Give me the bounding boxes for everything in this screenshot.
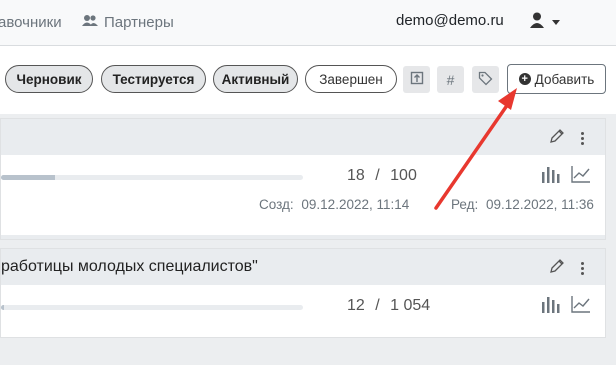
card-title: работицы молодых специалистов" [1,258,258,275]
plus-circle-icon: + [518,73,531,85]
top-navbar: авочники Партнеры demo@demo.ru [0,0,616,46]
edited-label: Ред: [451,197,479,212]
filter-bar: Черновик Тестируется Активный Завершен #… [0,46,616,114]
line-chart-icon[interactable] [571,295,591,318]
nav-partners-label: Партнеры [104,14,174,31]
tag-button[interactable] [472,66,499,93]
progress-fill [1,305,5,310]
status-filter-active[interactable]: Активный [213,65,298,93]
edited-value: 09.12.2022, 11:36 [486,197,594,212]
upload-button[interactable] [403,66,430,93]
users-icon [82,14,98,31]
line-chart-icon[interactable] [571,165,591,188]
progress-fill [1,175,56,180]
status-filter-draft[interactable]: Черновик [5,65,93,93]
card-footer [1,235,605,239]
pencil-icon[interactable] [549,258,565,279]
sample-counter: 12 / 1 054 [347,297,430,315]
counter-separator: / [375,297,380,314]
more-vertical-icon[interactable] [579,132,585,145]
card-body: 12 / 1 054 [1,285,605,365]
more-vertical-icon[interactable] [579,262,585,275]
tag-icon [478,71,493,89]
nav-link-references[interactable]: авочники [0,14,62,31]
progress-bar [1,175,303,180]
project-card: работицы молодых специалистов" 12 / 1 05… [0,248,606,338]
user-email[interactable]: demo@demo.ru [396,12,504,29]
add-button[interactable]: + Добавить [507,64,606,94]
counter-total: 100 [390,167,417,184]
card-body: 18 / 100 Созд: 09.12.2022, 11:14 Ред: 09… [1,155,605,235]
created-value: 09.12.2022, 11:14 [301,197,410,212]
counter-separator: / [375,167,380,184]
user-icon [530,12,544,33]
counter-value: 12 [347,297,365,314]
bar-chart-icon[interactable] [541,165,561,188]
hash-button[interactable]: # [437,66,464,93]
counter-total: 1 054 [390,297,431,314]
progress-bar [1,305,303,310]
edited-date: Ред: 09.12.2022, 11:36 [451,197,594,212]
hash-icon: # [446,71,455,88]
counter-value: 18 [347,167,365,184]
nav-link-partners[interactable]: Партнеры [82,14,174,31]
upload-icon [410,71,424,88]
sample-counter: 18 / 100 [347,167,417,185]
chevron-down-icon [552,20,560,25]
pencil-icon[interactable] [549,128,565,149]
created-label: Созд: [259,197,294,212]
add-button-label: Добавить [534,71,595,87]
status-filter-testing[interactable]: Тестируется [101,65,206,93]
card-header [1,119,605,155]
card-header: работицы молодых специалистов" [1,249,605,285]
created-date: Созд: 09.12.2022, 11:14 [259,197,409,212]
bar-chart-icon[interactable] [541,295,561,318]
project-card: 18 / 100 Созд: 09.12.2022, 11:14 Ред: 09… [0,118,606,240]
user-menu-toggle[interactable] [530,12,560,33]
status-filter-finished[interactable]: Завершен [305,65,397,93]
